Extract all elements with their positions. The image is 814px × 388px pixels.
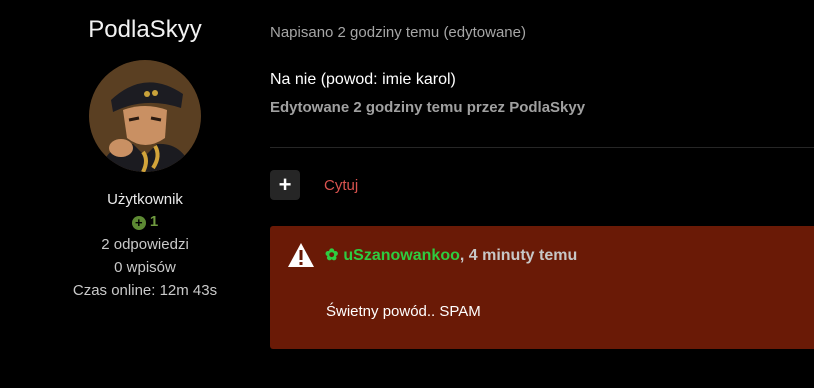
gear-icon: ✿	[325, 247, 339, 264]
divider	[270, 147, 814, 148]
avatar[interactable]	[89, 60, 201, 172]
reputation-badge: +1	[0, 213, 290, 230]
author-panel: PodlaSkyy Użytkownik +1 2 odpowiedzi 0 w…	[0, 0, 290, 388]
quote-link[interactable]: Cytuj	[324, 177, 358, 194]
report-user-link[interactable]: uSzanowankoo	[343, 247, 459, 264]
avatar-image	[89, 60, 201, 172]
report-text: Świetny powód.. SPAM	[326, 303, 481, 320]
reputation-value: 1	[149, 213, 159, 230]
report-header: ✿ uSzanowankoo, 4 minuty temu	[325, 245, 577, 265]
moderation-report: ✿ uSzanowankoo, 4 minuty temu Świetny pow…	[270, 226, 814, 349]
report-time: , 4 minuty temu	[459, 247, 578, 264]
multiquote-button[interactable]: +	[270, 170, 300, 200]
author-name[interactable]: PodlaSkyy	[0, 16, 290, 44]
post-edited-note: Edytowane 2 godziny temu przez PodlaSkyy	[270, 99, 586, 116]
post-body: Na nie (powod: imie karol)	[270, 71, 456, 88]
author-role: Użytkownik	[107, 191, 183, 208]
stat-replies: 2 odpowiedzi	[101, 236, 189, 253]
plus-circle-icon: +	[131, 216, 146, 230]
warning-triangle-icon	[288, 243, 314, 267]
stat-online: Czas online: 12m 43s	[72, 282, 218, 299]
stat-posts: 0 wpisów	[114, 259, 176, 276]
post-meta: Napisano 2 godziny temu (edytowane)	[270, 24, 526, 41]
